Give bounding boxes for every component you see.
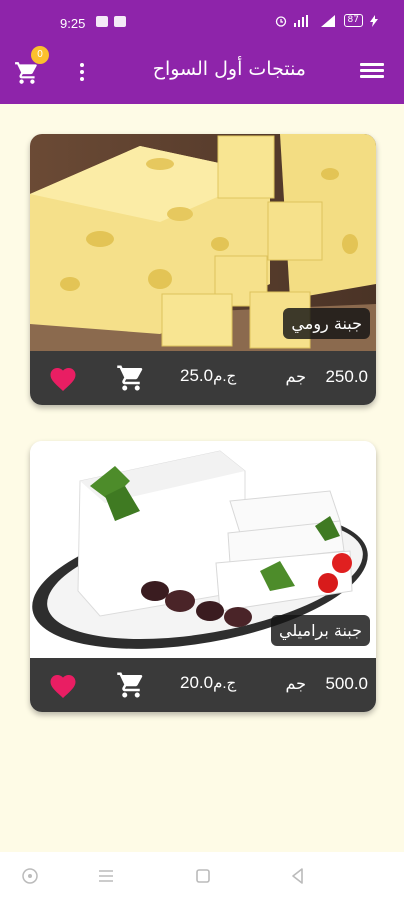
image-notification-icon bbox=[96, 16, 108, 27]
add-to-cart-icon bbox=[117, 672, 143, 698]
cart-count-badge: 0 bbox=[31, 46, 49, 64]
add-to-cart-button[interactable] bbox=[116, 363, 146, 393]
system-icons: 87 bbox=[275, 14, 378, 27]
heart-icon bbox=[50, 675, 76, 698]
alarm-icon bbox=[275, 15, 286, 27]
heart-icon bbox=[50, 368, 76, 391]
favorite-button[interactable] bbox=[48, 671, 78, 699]
page-title: منتجات أول السواح bbox=[152, 58, 306, 80]
weight-unit: جم bbox=[285, 674, 306, 693]
weight-unit: جم bbox=[285, 367, 306, 386]
product-footer: 250.0 جم 25.0ج.م bbox=[30, 351, 376, 405]
charging-icon bbox=[370, 14, 378, 27]
app-bar: منتجات أول السواح bbox=[0, 40, 404, 104]
cell-signal-icon bbox=[320, 14, 335, 27]
back-button[interactable] bbox=[288, 866, 308, 886]
home-button[interactable] bbox=[193, 866, 213, 886]
system-nav-bar bbox=[0, 852, 404, 900]
battery-icon: 87 bbox=[343, 14, 363, 27]
bluetooth-notification-icon bbox=[114, 16, 126, 27]
product-footer: 500.0 جم 20.0ج.م bbox=[30, 658, 376, 712]
price-value: 25.0 bbox=[180, 366, 214, 385]
notification-icons bbox=[96, 16, 126, 27]
price-value: 20.0 bbox=[180, 673, 214, 692]
menu-button[interactable] bbox=[360, 60, 384, 84]
more-options-button[interactable] bbox=[74, 60, 90, 84]
product-name: جبنة براميلي bbox=[271, 615, 370, 646]
product-card[interactable]: جبنة رومي 250.0 جم 25.0ج.م bbox=[30, 134, 376, 405]
cart-button[interactable] bbox=[14, 60, 40, 86]
product-weight: 250.0 bbox=[325, 367, 368, 386]
home-icon bbox=[196, 869, 210, 883]
product-image: جبنة رومي bbox=[30, 134, 376, 351]
product-image: جبنة براميلي bbox=[30, 441, 376, 658]
product-price: 20.0ج.م bbox=[180, 673, 236, 693]
back-icon bbox=[292, 868, 303, 884]
add-to-cart-icon bbox=[117, 365, 143, 391]
price-currency: ج.م bbox=[213, 675, 237, 692]
shopping-cart-icon bbox=[15, 62, 37, 84]
recents-icon bbox=[99, 870, 113, 882]
product-weight: 500.0 bbox=[325, 674, 368, 693]
hamburger-icon bbox=[360, 63, 384, 66]
add-to-cart-button[interactable] bbox=[116, 670, 146, 700]
status-bar: 9:25 87 bbox=[0, 0, 404, 40]
assistant-icon bbox=[22, 868, 38, 884]
price-currency: ج.م bbox=[213, 368, 237, 385]
wifi-signal-icon bbox=[293, 14, 308, 27]
product-price: 25.0ج.م bbox=[180, 366, 236, 386]
favorite-button[interactable] bbox=[48, 364, 78, 392]
product-name: جبنة رومي bbox=[283, 308, 370, 339]
status-time: 9:25 bbox=[60, 16, 86, 31]
assistant-button[interactable] bbox=[20, 866, 40, 886]
product-card[interactable]: جبنة براميلي 500.0 جم 20.0ج.م bbox=[30, 441, 376, 712]
recents-button[interactable] bbox=[96, 866, 116, 886]
